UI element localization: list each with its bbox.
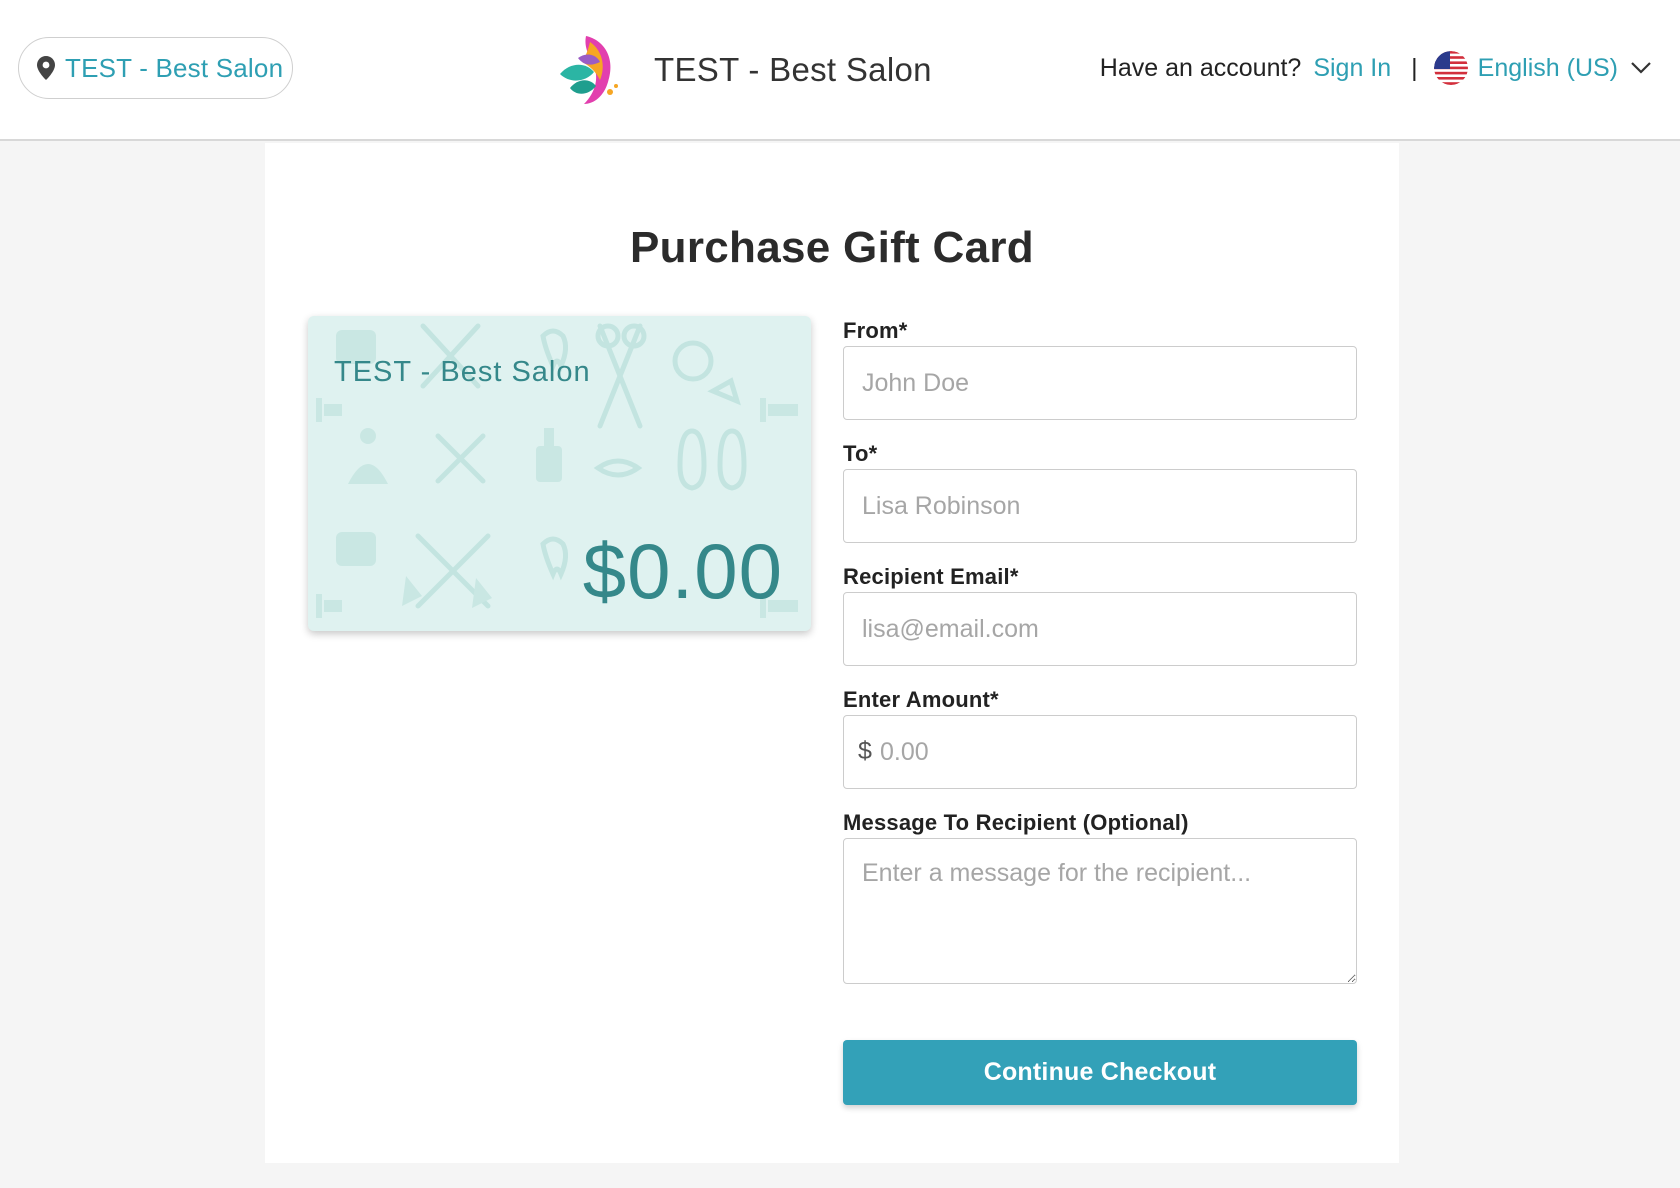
location-name: TEST - Best Salon (65, 52, 284, 83)
account-prompt: Have an account? (1099, 53, 1302, 82)
gift-card-form: From* To* Recipient Email* Enter Amount*… (843, 316, 1357, 1105)
currency-symbol: $ (858, 737, 872, 765)
chevron-down-icon[interactable] (1630, 61, 1652, 75)
recipient-email-label: Recipient Email* (843, 564, 1019, 589)
top-header: TEST - Best Salon TEST - Best Salon Have… (0, 0, 1680, 141)
sign-in-link[interactable]: Sign In (1313, 54, 1391, 83)
recipient-email-input[interactable] (843, 592, 1357, 666)
header-separator: | (1411, 53, 1418, 82)
from-label: From* (843, 318, 908, 343)
language-selector[interactable]: English (US) (1478, 54, 1618, 83)
continue-checkout-button[interactable]: Continue Checkout (843, 1040, 1357, 1105)
amount-label: Enter Amount* (843, 687, 999, 712)
header-account-area: Have an account? Sign In | English (US) (1100, 44, 1652, 92)
brand-name: TEST - Best Salon (654, 51, 932, 88)
gift-card-preview: TEST - Best Salon $0.00 (308, 316, 811, 631)
to-input[interactable] (843, 469, 1357, 543)
us-flag-icon (1433, 51, 1468, 85)
amount-field: $ (843, 715, 1357, 789)
page-title: Purchase Gift Card (630, 223, 1034, 272)
amount-input[interactable] (843, 715, 1357, 789)
brand: TEST - Best Salon (556, 30, 932, 110)
gift-card-amount: $0.00 (582, 527, 783, 615)
salon-logo-icon (560, 36, 618, 104)
message-label: Message To Recipient (Optional) (843, 810, 1189, 835)
from-input[interactable] (843, 346, 1357, 420)
gift-card-business-name: TEST - Best Salon (334, 356, 591, 388)
message-textarea[interactable] (843, 838, 1357, 984)
location-selector-button[interactable]: TEST - Best Salon (18, 37, 293, 99)
map-pin-icon (37, 56, 55, 80)
to-label: To* (843, 441, 878, 466)
main-panel: Purchase Gift Card TEST - Best Salon $0.… (265, 143, 1399, 1163)
